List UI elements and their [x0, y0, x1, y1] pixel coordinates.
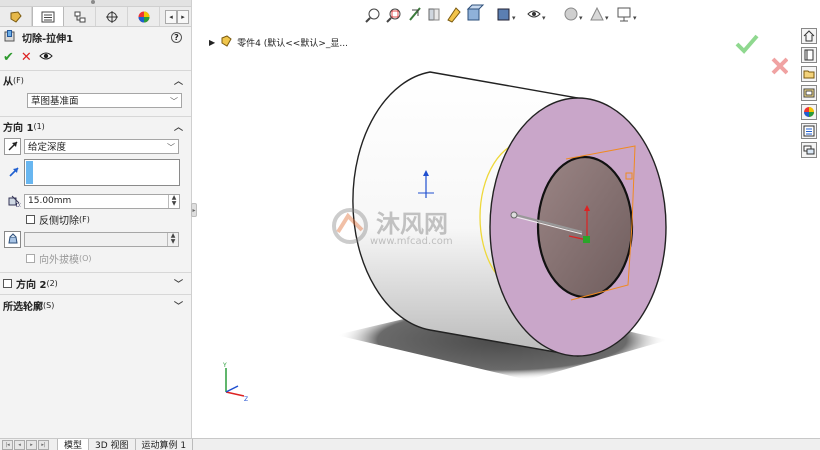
chevron-down-icon[interactable]: ﹀ — [174, 299, 183, 312]
reverse-direction-icon — [8, 141, 17, 151]
file-explorer-icon[interactable] — [801, 66, 817, 82]
svg-text:Z: Z — [244, 396, 248, 403]
chevron-down-icon[interactable]: ﹀ — [174, 277, 183, 290]
home-icon[interactable] — [801, 28, 817, 44]
direction1-group-label: 方向 1 — [3, 123, 34, 134]
bottom-tab-bar: |◂ ◂ ▸ ▸| 模型 3D 视图 运动算例 1 — [0, 438, 820, 450]
watermark-url: www.mfcad.com — [370, 236, 453, 247]
tab-motion-study[interactable]: 运动算例 1 — [136, 438, 194, 450]
feature-manager-tabs: ◂ ▸ — [0, 7, 191, 27]
chevron-up-icon[interactable]: ︿ — [174, 120, 183, 133]
ok-button[interactable]: ✔ — [3, 50, 14, 65]
tab-display-manager[interactable] — [128, 7, 160, 26]
direction2-group-shortcut: (2) — [46, 279, 58, 288]
next-tab-button[interactable]: ▸ — [26, 439, 37, 450]
property-manager-panel: ◂ ▸ 切除-拉伸1 ? ✔ ✕ 从 (F) ︿ 草图基准面 ﹀ 方向 1 (1… — [0, 0, 192, 438]
from-group-header[interactable]: 从 (F) ︿ — [0, 70, 191, 90]
prev-tab-button[interactable]: ◂ — [14, 439, 25, 450]
eye-icon — [39, 52, 53, 59]
direction2-checkbox[interactable] — [3, 279, 12, 288]
direction2-group-header[interactable]: 方向 2 (2) ﹀ — [0, 272, 191, 294]
draft-outward-shortcut: (O) — [79, 253, 92, 263]
feature-tree-icon — [8, 10, 24, 24]
help-button[interactable]: ? — [171, 32, 182, 43]
direction2-group-label: 方向 2 — [16, 280, 47, 291]
view-palette-icon[interactable] — [801, 85, 817, 101]
forum-icon[interactable] — [801, 142, 817, 158]
direction-vector-icon — [4, 166, 24, 178]
direction1-group-shortcut: (1) — [33, 122, 45, 131]
flip-side-shortcut: (F) — [79, 214, 90, 224]
design-library-icon[interactable] — [801, 47, 817, 63]
appearances-icon[interactable] — [801, 104, 817, 120]
solidworks-window: ◂ ▸ 切除-拉伸1 ? ✔ ✕ 从 (F) ︿ 草图基准面 ﹀ 方向 1 (1… — [0, 0, 820, 450]
active-selection-marker — [26, 160, 33, 184]
cancel-button[interactable]: ✕ — [21, 50, 32, 65]
svg-text:D1: D1 — [16, 203, 21, 207]
watermark: 沐风网 www.mfcad.com — [332, 208, 453, 247]
start-condition-select[interactable]: 草图基准面 ﹀ — [27, 92, 182, 108]
feature-title: 切除-拉伸1 — [22, 34, 74, 45]
cut-profile-circle[interactable] — [536, 155, 634, 299]
chevron-down-icon: ﹀ — [170, 96, 178, 106]
sketch-origin-icon — [583, 236, 590, 243]
tab-scroll-buttons: |◂ ◂ ▸ ▸| — [2, 439, 49, 450]
svg-text:Y: Y — [222, 362, 227, 369]
depth-spin-buttons[interactable]: ▲ ▼ — [168, 194, 179, 208]
preview-eye-button[interactable] — [39, 51, 53, 64]
tab-model[interactable]: 模型 — [57, 438, 90, 450]
flip-side-checkbox[interactable] — [26, 214, 35, 224]
direction-selection-box[interactable] — [24, 158, 180, 186]
view-triad: Y Z — [222, 362, 248, 403]
from-group-label: 从 — [3, 77, 13, 88]
configuration-icon — [72, 10, 88, 24]
graphics-area[interactable]: ▾ ▾ ▾ ▾ ▾ ▶ 零件4 (默认<<默认>_显... 沐风网 www.mf… — [198, 0, 820, 438]
draft-angle-input: ▲ ▼ — [24, 231, 179, 247]
panel-top-strip — [0, 0, 191, 7]
action-bar: ✔ ✕ — [0, 48, 191, 66]
tab-feature-tree[interactable] — [0, 7, 32, 26]
task-pane-tabs — [801, 28, 820, 161]
selected-contours-label: 所选轮廓 — [3, 302, 43, 313]
direction1-group-header[interactable]: 方向 1 (1) ︿ — [0, 116, 191, 136]
tab-configuration-manager[interactable] — [64, 7, 96, 26]
panel-collapse-handle[interactable]: ▸ — [191, 203, 197, 217]
custom-properties-icon[interactable] — [801, 123, 817, 139]
selected-contours-shortcut: (S) — [43, 301, 55, 310]
panel-grip[interactable] — [91, 0, 95, 4]
first-tab-button[interactable]: |◂ — [2, 439, 13, 450]
end-condition-value: 给定深度 — [28, 142, 67, 153]
last-tab-button[interactable]: ▸| — [38, 439, 49, 450]
appearance-ball-icon — [136, 10, 152, 24]
tab-scroll-right[interactable]: ▸ — [177, 9, 189, 24]
model-canvas: 沐风网 www.mfcad.com Y Z — [222, 71, 668, 403]
tab-scroll: ◂ ▸ — [165, 7, 191, 26]
draft-spin-buttons: ▲ ▼ — [167, 232, 178, 246]
depth-input[interactable]: 15.00mm ▲ ▼ — [24, 193, 180, 209]
end-condition-select[interactable]: 给定深度 ﹀ — [24, 138, 179, 154]
from-group-shortcut: (F) — [13, 76, 24, 85]
draft-outward-label: 向外拔模 — [39, 254, 79, 266]
selected-contours-group-header[interactable]: 所选轮廓 (S) ﹀ — [0, 294, 191, 316]
draft-icon — [7, 233, 18, 244]
crosshair-icon — [104, 10, 120, 24]
tab-dimxpert[interactable] — [96, 7, 128, 26]
property-manager-icon — [40, 10, 56, 24]
tab-property-manager[interactable] — [32, 7, 64, 26]
flip-side-label: 反侧切除 — [39, 215, 79, 227]
depth-value: 15.00mm — [28, 196, 72, 206]
depth-icon: D1 — [4, 195, 24, 207]
tab-scroll-left[interactable]: ◂ — [165, 9, 177, 24]
extruded-cut-icon — [4, 30, 16, 45]
start-condition-value: 草图基准面 — [31, 96, 79, 107]
draft-button[interactable] — [4, 230, 21, 248]
reverse-direction-button[interactable] — [4, 137, 21, 155]
watermark-text: 沐风网 — [376, 210, 448, 238]
feature-title-bar: 切除-拉伸1 ? — [0, 27, 191, 48]
drag-handle[interactable] — [510, 211, 518, 219]
draft-outward-checkbox — [26, 253, 35, 263]
tab-3d-views[interactable]: 3D 视图 — [89, 438, 136, 450]
chevron-up-icon[interactable]: ︿ — [174, 74, 183, 87]
chevron-down-icon: ﹀ — [167, 142, 175, 152]
